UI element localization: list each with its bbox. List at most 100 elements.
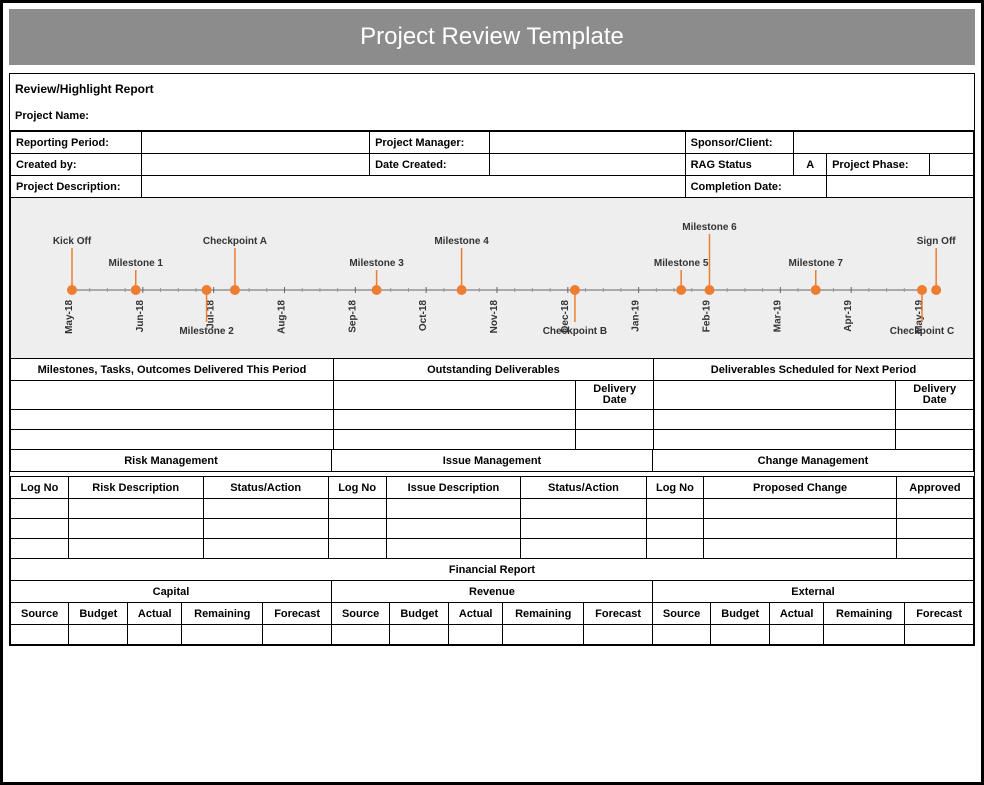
created-by-value[interactable] bbox=[141, 154, 370, 176]
fin-actual-2: Actual bbox=[449, 603, 503, 625]
table-cell[interactable] bbox=[503, 625, 584, 645]
table-cell[interactable] bbox=[386, 539, 521, 559]
financial-title-table: Financial Report bbox=[10, 558, 974, 581]
table-cell[interactable] bbox=[521, 519, 646, 539]
issue-mgmt-header: Issue Management bbox=[332, 450, 653, 472]
svg-text:Checkpoint C: Checkpoint C bbox=[890, 326, 954, 337]
svg-text:Milestone 6: Milestone 6 bbox=[682, 222, 737, 233]
table-cell[interactable] bbox=[386, 519, 521, 539]
svg-text:Milestone 4: Milestone 4 bbox=[434, 236, 489, 247]
rag-status-label: RAG Status bbox=[685, 154, 794, 176]
svg-text:Milestone 3: Milestone 3 bbox=[349, 258, 404, 269]
revenue-header: Revenue bbox=[331, 581, 652, 603]
table-cell[interactable] bbox=[711, 625, 770, 645]
table-cell[interactable] bbox=[653, 410, 895, 430]
table-cell[interactable] bbox=[646, 519, 704, 539]
table-cell[interactable] bbox=[328, 519, 386, 539]
table-cell[interactable] bbox=[824, 625, 905, 645]
date-created-value[interactable] bbox=[489, 154, 685, 176]
table-cell[interactable] bbox=[896, 410, 974, 430]
table-cell[interactable] bbox=[203, 499, 328, 519]
table-cell[interactable] bbox=[905, 625, 974, 645]
table-cell[interactable] bbox=[770, 625, 824, 645]
table-cell[interactable] bbox=[521, 499, 646, 519]
table-cell[interactable] bbox=[704, 499, 897, 519]
financial-title: Financial Report bbox=[11, 559, 974, 581]
table-cell[interactable] bbox=[584, 625, 653, 645]
table-cell[interactable] bbox=[203, 519, 328, 539]
project-phase-label: Project Phase: bbox=[827, 154, 930, 176]
table-cell[interactable] bbox=[576, 410, 654, 430]
table-cell[interactable] bbox=[11, 625, 69, 645]
table-cell[interactable] bbox=[11, 539, 69, 559]
table-cell[interactable] bbox=[333, 430, 575, 450]
table-cell[interactable] bbox=[896, 499, 973, 519]
deliv-header-1: Milestones, Tasks, Outcomes Delivered Th… bbox=[11, 359, 334, 381]
svg-text:Mar-19: Mar-19 bbox=[772, 300, 783, 333]
deliv3-sub[interactable] bbox=[653, 381, 895, 410]
table-cell[interactable] bbox=[704, 519, 897, 539]
risk-desc-label: Risk Description bbox=[68, 477, 203, 499]
completion-date-value[interactable] bbox=[827, 176, 974, 198]
svg-text:Jun-18: Jun-18 bbox=[135, 300, 146, 333]
table-cell[interactable] bbox=[333, 410, 575, 430]
table-cell[interactable] bbox=[328, 539, 386, 559]
fin-actual-3: Actual bbox=[770, 603, 824, 625]
fin-source-3: Source bbox=[652, 603, 710, 625]
report-title: Review/Highlight Report bbox=[15, 82, 969, 96]
fin-forecast-1: Forecast bbox=[263, 603, 332, 625]
table-cell[interactable] bbox=[11, 410, 334, 430]
table-cell[interactable] bbox=[68, 519, 203, 539]
table-cell[interactable] bbox=[653, 430, 895, 450]
table-cell[interactable] bbox=[646, 539, 704, 559]
table-cell[interactable] bbox=[263, 625, 332, 645]
title-banner: Project Review Template bbox=[9, 9, 975, 65]
table-cell[interactable] bbox=[203, 539, 328, 559]
table-cell[interactable] bbox=[11, 519, 69, 539]
table-cell[interactable] bbox=[521, 539, 646, 559]
table-cell[interactable] bbox=[331, 625, 389, 645]
fin-forecast-3: Forecast bbox=[905, 603, 974, 625]
table-cell[interactable] bbox=[390, 625, 449, 645]
table-cell[interactable] bbox=[646, 499, 704, 519]
fin-remaining-1: Remaining bbox=[182, 603, 263, 625]
table-cell[interactable] bbox=[896, 539, 973, 559]
table-cell[interactable] bbox=[704, 539, 897, 559]
table-cell[interactable] bbox=[11, 430, 334, 450]
table-cell[interactable] bbox=[386, 499, 521, 519]
svg-text:Checkpoint A: Checkpoint A bbox=[203, 236, 267, 247]
table-cell[interactable] bbox=[69, 625, 128, 645]
table-cell[interactable] bbox=[576, 430, 654, 450]
delivery-date-label-1: Delivery Date bbox=[576, 381, 654, 410]
table-cell[interactable] bbox=[328, 499, 386, 519]
created-by-label: Created by: bbox=[11, 154, 142, 176]
svg-text:Milestone 7: Milestone 7 bbox=[789, 258, 844, 269]
table-cell[interactable] bbox=[896, 519, 973, 539]
table-cell[interactable] bbox=[449, 625, 503, 645]
deliv2-sub[interactable] bbox=[333, 381, 575, 410]
project-manager-value[interactable] bbox=[489, 132, 685, 154]
log-no-label: Log No bbox=[11, 477, 69, 499]
fin-source-2: Source bbox=[331, 603, 389, 625]
change-mgmt-header: Change Management bbox=[653, 450, 974, 472]
svg-text:Milestone 5: Milestone 5 bbox=[654, 258, 709, 269]
fin-actual-1: Actual bbox=[128, 603, 182, 625]
project-description-value[interactable] bbox=[141, 176, 685, 198]
svg-text:Apr-19: Apr-19 bbox=[843, 300, 854, 332]
deliv1-sub[interactable] bbox=[11, 381, 334, 410]
table-cell[interactable] bbox=[68, 539, 203, 559]
svg-text:Feb-19: Feb-19 bbox=[702, 300, 713, 333]
table-cell[interactable] bbox=[68, 499, 203, 519]
status-action-label-2: Status/Action bbox=[521, 477, 646, 499]
fin-forecast-2: Forecast bbox=[584, 603, 653, 625]
table-cell[interactable] bbox=[11, 499, 69, 519]
table-cell[interactable] bbox=[128, 625, 182, 645]
proposed-change-label: Proposed Change bbox=[704, 477, 897, 499]
sponsor-client-label: Sponsor/Client: bbox=[685, 132, 794, 154]
project-phase-value[interactable] bbox=[930, 154, 974, 176]
table-cell[interactable] bbox=[182, 625, 263, 645]
reporting-period-value[interactable] bbox=[141, 132, 370, 154]
table-cell[interactable] bbox=[896, 430, 974, 450]
sponsor-client-value[interactable] bbox=[794, 132, 974, 154]
table-cell[interactable] bbox=[652, 625, 710, 645]
